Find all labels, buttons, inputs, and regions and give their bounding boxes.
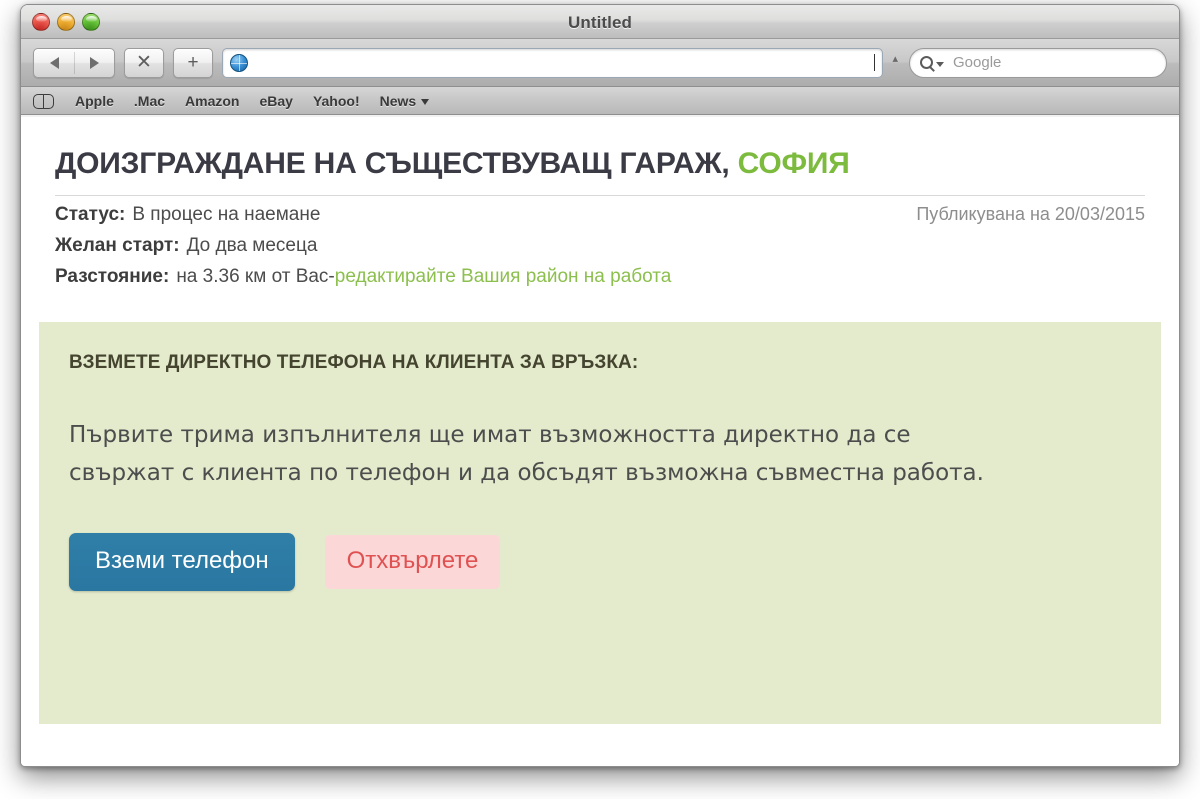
- page-title-main: ДОИЗГРАЖДАНЕ НА СЪЩЕСТВУВАЩ ГАРАЖ,: [55, 147, 738, 180]
- page-title: ДОИЗГРАЖДАНЕ НА СЪЩЕСТВУВАЩ ГАРАЖ, СОФИЯ: [55, 147, 1145, 181]
- bookmarks-book-icon[interactable]: [33, 94, 54, 109]
- chevron-down-icon[interactable]: [936, 62, 944, 67]
- back-arrow-icon: [49, 56, 59, 69]
- page-title-city: СОФИЯ: [737, 147, 850, 180]
- promo-body: Първите трима изпълнителя ще имат възмож…: [69, 422, 984, 487]
- back-button[interactable]: [34, 56, 74, 69]
- forward-arrow-icon: [89, 56, 99, 69]
- published-date: Публикувана на 20/03/2015: [916, 204, 1145, 224]
- page-content: ДОИЗГРАЖДАНЕ НА СЪЩЕСТВУВАЩ ГАРАЖ, СОФИЯ…: [21, 117, 1179, 766]
- distance-label: Разстояние:: [55, 265, 170, 287]
- status-label: Статус:: [55, 204, 126, 225]
- promo-actions: Вземи телефон Отхвърлете: [69, 532, 1131, 591]
- bookmarks-bar: Apple .Mac Amazon eBay Yahoo! News: [21, 87, 1179, 115]
- start-row: Желан старт: До два месеца: [55, 231, 1145, 262]
- promo-heading: ВЗЕМЕТЕ ДИРЕКТНО ТЕЛЕФОНА НА КЛИЕНТА ЗА …: [69, 352, 639, 374]
- listing-header: ДОИЗГРАЖДАНЕ НА СЪЩЕСТВУВАЩ ГАРАЖ, СОФИЯ…: [21, 117, 1179, 307]
- start-value: До два месеца: [186, 234, 318, 256]
- address-bar[interactable]: [222, 47, 884, 78]
- bookmark-label: eBay: [259, 92, 293, 109]
- stop-button[interactable]: ✕: [124, 47, 164, 78]
- distance-row: Разстояние: на 3.36 км от Вас- редактира…: [55, 262, 1145, 293]
- bookmark-yahoo[interactable]: Yahoo!: [313, 93, 360, 109]
- nav-divider: [74, 51, 75, 74]
- status-row: Статус: В процес на наемане Публикувана …: [55, 195, 1145, 231]
- bookmark-label: .Mac: [133, 92, 166, 109]
- search-placeholder: Google: [953, 54, 1002, 71]
- bookmark-mac[interactable]: .Mac: [134, 93, 165, 109]
- forward-button[interactable]: [74, 56, 114, 69]
- chevron-down-icon: [421, 99, 430, 105]
- bookmark-label: Yahoo!: [312, 92, 360, 109]
- bookmark-label: News: [379, 92, 417, 109]
- bookmark-label: Apple: [75, 92, 114, 109]
- reject-button[interactable]: Отхвърлете: [324, 534, 501, 589]
- bookmark-amazon[interactable]: Amazon: [185, 93, 239, 109]
- search-icon: [920, 56, 933, 69]
- text-caret: [874, 54, 876, 71]
- browser-window: Untitled ✕ + ▴ Google Apple .Mac Amazon …: [20, 4, 1180, 767]
- edit-work-area-link[interactable]: редактирайте Вашия район на работа: [335, 262, 672, 293]
- snapback-icon[interactable]: ▴: [892, 52, 900, 73]
- close-x-icon: ✕: [136, 52, 152, 73]
- window-titlebar: Untitled: [21, 5, 1179, 39]
- bookmark-ebay[interactable]: eBay: [259, 93, 292, 109]
- status-value: В процес на наемане: [132, 204, 321, 225]
- get-phone-button[interactable]: Вземи телефон: [69, 532, 295, 591]
- nav-buttons[interactable]: [33, 47, 115, 78]
- plus-icon: +: [187, 52, 199, 73]
- bookmark-news[interactable]: News: [380, 93, 430, 109]
- search-field[interactable]: Google: [909, 47, 1167, 78]
- bookmark-label: Amazon: [185, 92, 240, 109]
- window-title: Untitled: [567, 13, 633, 32]
- add-bookmark-button[interactable]: +: [173, 47, 213, 78]
- phone-promo-panel: ВЗЕМЕТЕ ДИРЕКТНО ТЕЛЕФОНА НА КЛИЕНТА ЗА …: [39, 322, 1161, 725]
- bookmark-apple[interactable]: Apple: [75, 93, 114, 109]
- globe-icon: [230, 53, 248, 72]
- start-label: Желан старт:: [55, 234, 180, 256]
- browser-toolbar: ✕ + ▴ Google: [21, 39, 1179, 87]
- distance-value: на 3.36 км от Вас-: [176, 265, 335, 287]
